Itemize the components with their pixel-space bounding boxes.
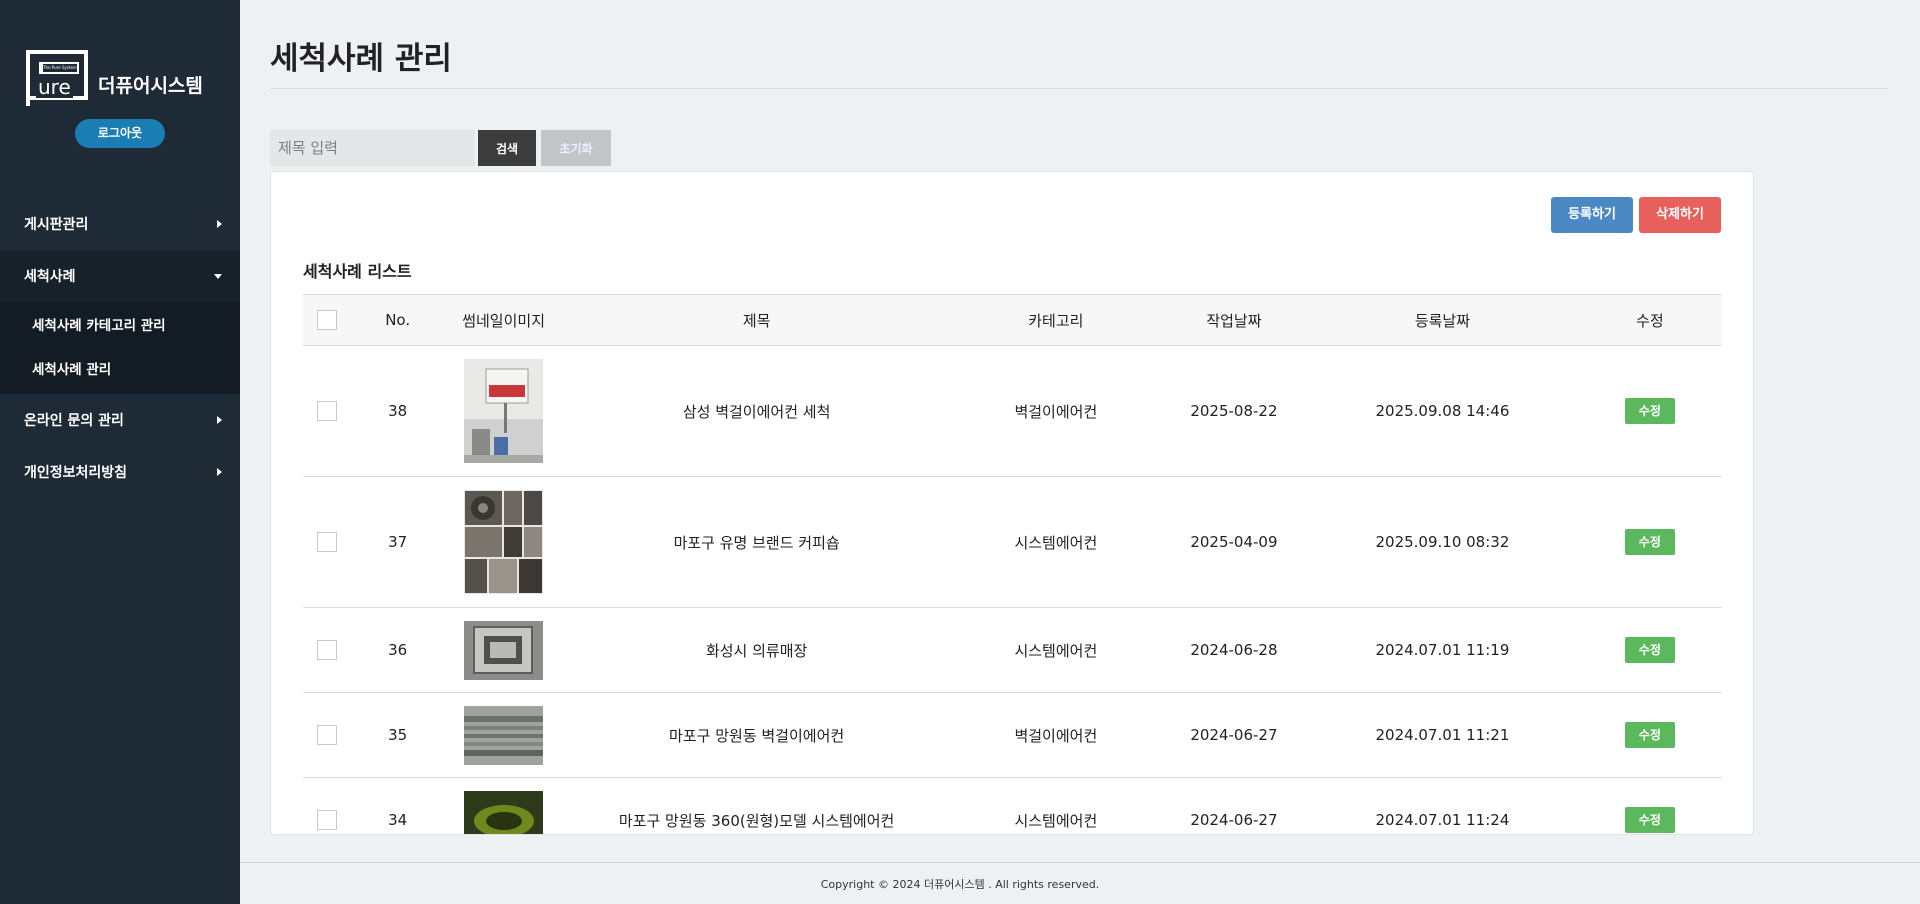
sidebar-item-cases[interactable]: 세척사례 <box>0 250 240 302</box>
column-header: No. <box>385 311 411 329</box>
cell-category: 벽걸이에어컨 <box>951 345 1161 477</box>
sidebar-subitem-category[interactable]: 세척사례 카테고리 관리 <box>0 302 240 346</box>
caret-right-icon <box>217 220 222 228</box>
sidebar-item-board[interactable]: 게시판관리 <box>0 198 240 250</box>
sidebar-subitem-cases[interactable]: 세척사례 관리 <box>0 346 240 390</box>
cell-work-date: 2025-08-22 <box>1160 345 1308 477</box>
cell-no: 38 <box>350 345 445 477</box>
cases-table: No. 썸네일이미지 제목 카테고리 작업날짜 등록날짜 수정 38 삼성 벽걸… <box>303 294 1722 836</box>
cell-category: 시스템에어컨 <box>951 777 1161 834</box>
brand-name: 더퓨어시스템 <box>98 75 203 97</box>
footer-divider <box>240 862 1920 863</box>
table-row: 38 삼성 벽걸이에어컨 세척 벽걸이에어컨 2025-08-22 2025.0… <box>303 345 1722 477</box>
table-row: 36 화성시 의류매장 시스템에어컨 2024-06-28 2024.07.01… <box>303 607 1722 693</box>
cell-title[interactable]: 마포구 망원동 벽걸이에어컨 <box>562 692 952 778</box>
cell-title[interactable]: 삼성 벽걸이에어컨 세척 <box>562 345 952 477</box>
sidebar-menu: 게시판관리 세척사례 세척사례 카테고리 관리 세척사례 관리 온라인 문의 관… <box>0 198 240 498</box>
select-all-checkbox[interactable] <box>316 310 337 330</box>
logo-word: ure <box>36 75 73 99</box>
edit-button[interactable]: 수정 <box>1624 398 1675 424</box>
cell-reg-date: 2024.07.01 11:19 <box>1307 607 1578 693</box>
cell-reg-date: 2024.07.01 11:24 <box>1307 777 1578 834</box>
search-input[interactable] <box>270 130 475 166</box>
sidebar-item-label: 개인정보처리방침 <box>24 465 128 481</box>
sidebar-item-label: 온라인 문의 관리 <box>24 413 124 429</box>
edit-button[interactable]: 수정 <box>1624 637 1675 663</box>
column-header: 작업날짜 <box>1206 311 1262 330</box>
list-panel: 등록하기 삭제하기 세척사례 리스트 No. 썸네일이미지 제목 카테고리 작업… <box>270 171 1754 835</box>
reset-button[interactable]: 초기화 <box>541 130 611 166</box>
divider <box>270 88 1888 89</box>
caret-right-icon <box>217 468 222 476</box>
cell-reg-date: 2024.07.01 11:21 <box>1307 692 1578 778</box>
delete-button[interactable]: 삭제하기 <box>1639 197 1721 233</box>
edit-button[interactable]: 수정 <box>1624 807 1675 833</box>
cell-no: 36 <box>350 607 445 693</box>
search-button[interactable]: 검색 <box>478 130 536 166</box>
table-row: 35 마포구 망원동 벽걸이에어컨 벽걸이에어컨 2024-06-27 2024… <box>303 692 1722 778</box>
cell-category: 시스템에어컨 <box>951 607 1161 693</box>
column-header: 제목 <box>742 311 771 330</box>
logo-tag: The Pure System <box>43 64 77 72</box>
thumbnail-image[interactable] <box>464 705 544 765</box>
cell-reg-date: 2025.09.10 08:32 <box>1307 476 1578 608</box>
caret-down-icon <box>214 273 222 279</box>
main-content: 세척사례 관리 검색 초기화 등록하기 삭제하기 세척사례 리스트 No. 썸네… <box>240 0 1920 904</box>
cell-work-date: 2024-06-27 <box>1160 692 1308 778</box>
column-header: 썸네일이미지 <box>462 311 545 330</box>
table-row: 37 마포구 유명 브랜드 커피숍 시스템에어컨 2025-04-09 2025… <box>303 476 1722 608</box>
sidebar-item-label: 세척사례 <box>24 269 76 285</box>
thumbnail-image[interactable] <box>464 790 544 836</box>
cell-no: 37 <box>350 476 445 608</box>
sidebar-item-inquiry[interactable]: 온라인 문의 관리 <box>0 394 240 446</box>
logo[interactable]: The Pure System ure 더퓨어시스템 <box>26 50 203 106</box>
cell-work-date: 2025-04-09 <box>1160 476 1308 608</box>
table-row: 34 마포구 망원동 360(원형)모델 시스템에어컨 시스템에어컨 2024-… <box>303 777 1722 836</box>
cell-category: 시스템에어컨 <box>951 476 1161 608</box>
sidebar-item-privacy[interactable]: 개인정보처리방침 <box>0 446 240 498</box>
page-title: 세척사례 관리 <box>270 41 452 77</box>
cell-category: 벽걸이에어컨 <box>951 692 1161 778</box>
cell-title[interactable]: 마포구 망원동 360(원형)모델 시스템에어컨 <box>562 777 952 834</box>
logout-button[interactable]: 로그아웃 <box>75 119 165 148</box>
table-header: No. 썸네일이미지 제목 카테고리 작업날짜 등록날짜 수정 <box>303 294 1722 346</box>
row-checkbox[interactable] <box>316 725 337 745</box>
search-bar: 검색 초기화 <box>270 130 611 166</box>
thumbnail-image[interactable] <box>464 490 544 594</box>
register-button[interactable]: 등록하기 <box>1551 197 1633 233</box>
row-checkbox[interactable] <box>316 401 337 421</box>
row-checkbox[interactable] <box>316 532 337 552</box>
column-header: 수정 <box>1636 311 1664 330</box>
footer-copyright: Copyright © 2024 더퓨어시스템 . All rights res… <box>820 878 1100 891</box>
thumbnail-image[interactable] <box>464 359 544 463</box>
thumbnail-image[interactable] <box>464 620 544 680</box>
cell-work-date: 2024-06-28 <box>1160 607 1308 693</box>
cell-work-date: 2024-06-27 <box>1160 777 1308 834</box>
column-header: 등록날짜 <box>1414 311 1471 330</box>
logo-mark: The Pure System ure <box>26 50 88 106</box>
cell-title[interactable]: 마포구 유명 브랜드 커피숍 <box>562 476 952 608</box>
list-title: 세척사례 리스트 <box>303 262 412 281</box>
edit-button[interactable]: 수정 <box>1624 722 1675 748</box>
sidebar-item-label: 게시판관리 <box>24 217 89 233</box>
row-checkbox[interactable] <box>316 640 337 660</box>
cell-no: 35 <box>350 692 445 778</box>
column-header: 카테고리 <box>1028 311 1084 330</box>
cell-reg-date: 2025.09.08 14:46 <box>1307 345 1578 477</box>
sidebar: The Pure System ure 더퓨어시스템 로그아웃 게시판관리 세척… <box>0 0 240 904</box>
sidebar-submenu: 세척사례 카테고리 관리 세척사례 관리 <box>0 302 240 394</box>
row-checkbox[interactable] <box>316 810 337 830</box>
edit-button[interactable]: 수정 <box>1624 529 1675 555</box>
cell-no: 34 <box>350 777 445 834</box>
cell-title[interactable]: 화성시 의류매장 <box>562 607 952 693</box>
caret-right-icon <box>217 416 222 424</box>
